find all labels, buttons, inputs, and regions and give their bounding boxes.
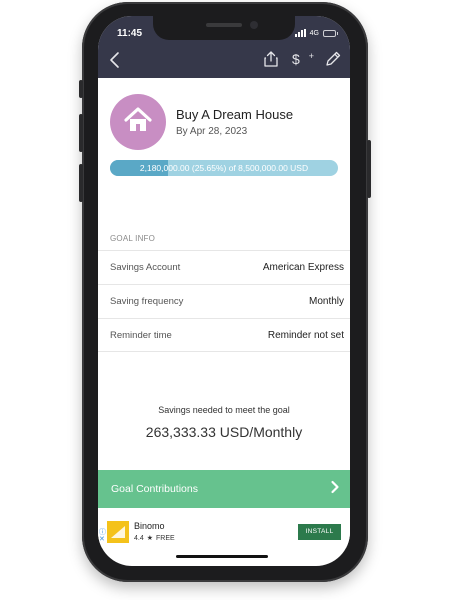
savings-needed-value: 263,333.33 USD/Monthly [145,424,303,440]
camera [250,21,258,29]
ad-price: FREE [156,534,175,542]
ad-meta: 4.4 ★ FREE [134,534,175,543]
signal-icon [294,29,306,37]
goal-title: Buy A Dream House [176,107,294,122]
battery-icon [323,29,338,37]
side-button [367,140,371,198]
side-button [79,114,83,152]
info-key: Reminder time [110,329,172,341]
house-icon [122,104,154,141]
phone-notch [153,16,295,40]
info-row-saving-frequency[interactable]: Saving frequency Monthly [98,284,350,318]
info-value: American Express [262,262,344,273]
goal-header: Buy A Dream House By Apr 28, 2023 [110,92,340,152]
goal-text: Buy A Dream House By Apr 28, 2023 [176,107,293,137]
app-screen: 11:45 4G $ + Buy A Dream House By Apr 28… [98,16,350,566]
chevron-right-icon [328,480,342,499]
goal-contributions-label: Goal Contributions [111,483,198,495]
ad-banner[interactable]: ⓘ ✕ Binomo 4.4 ★ FREE INSTALL [98,516,350,548]
goal-info-list: Savings Account American Express Saving … [98,250,350,352]
info-value: Reminder not set [267,329,344,341]
side-button [79,80,83,98]
install-button[interactable]: INSTALL [298,524,341,540]
star-icon: ★ [146,535,154,542]
savings-needed-caption: Savings needed to meet the goal [158,405,290,415]
goal-avatar [110,94,166,150]
goal-date: By Apr 28, 2023 [176,126,248,137]
ad-app-name: Binomo [134,521,165,531]
side-button [79,164,83,202]
network-type: 4G [309,29,319,37]
info-key: Savings Account [110,262,181,273]
header-actions: $ + [262,50,342,68]
dollar-plus-icon[interactable]: $ + [292,50,314,68]
info-row-reminder-time[interactable]: Reminder time Reminder not set [98,318,350,352]
home-indicator [176,555,268,558]
info-row-savings-account[interactable]: Savings Account American Express [98,250,350,284]
status-indicators: 4G [294,29,338,37]
speaker [206,23,242,27]
info-value: Monthly [308,296,344,307]
status-time: 11:45 [117,28,143,39]
goal-progress-bar: 2,180,000.00 (25.65%) of 8,500,000.00 US… [110,160,338,176]
ad-rating: 4.4 [134,534,144,542]
device-frame: 11:45 4G $ + Buy A Dream House By Apr 28… [0,0,455,600]
back-icon[interactable] [106,50,126,70]
progress-label: 2,180,000.00 (25.65%) of 8,500,000.00 US… [139,163,309,173]
binomo-logo [107,521,129,543]
pencil-icon[interactable] [324,50,342,68]
section-label-goal-info: GOAL INFO [110,234,156,243]
share-icon[interactable] [262,50,280,68]
info-key: Saving frequency [110,296,184,307]
ad-choices-icon[interactable]: ⓘ ✕ [99,529,106,543]
goal-contributions-button[interactable]: Goal Contributions [98,470,350,508]
